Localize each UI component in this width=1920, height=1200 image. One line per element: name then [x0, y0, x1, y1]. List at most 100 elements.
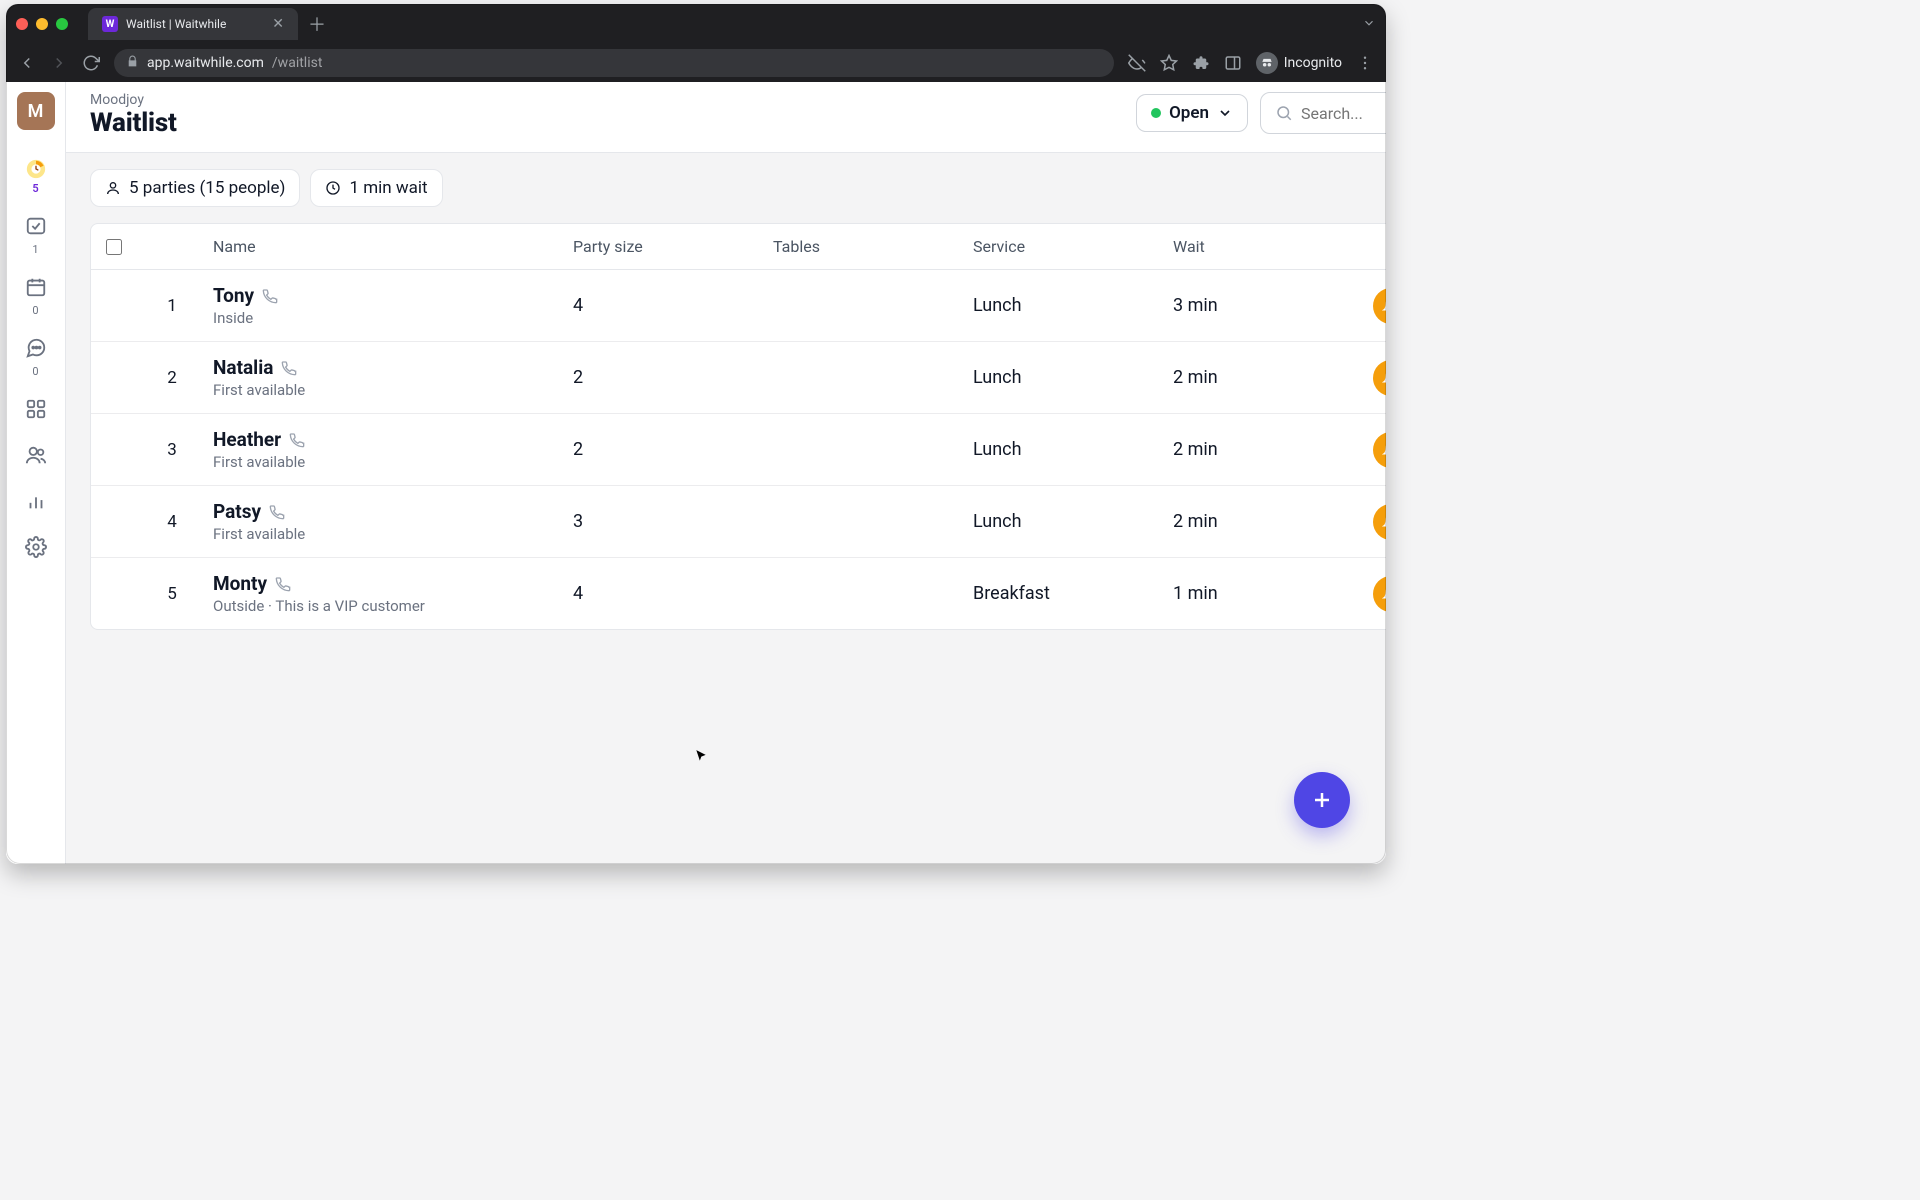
phone-icon [275, 576, 291, 592]
close-tab-icon[interactable]: ✕ [272, 16, 284, 32]
subbar: 5 parties (15 people) 1 min wait Filter [66, 153, 1386, 223]
guest-note: First available [213, 381, 561, 399]
wait-chip[interactable]: 1 min wait [310, 169, 442, 207]
incognito-badge[interactable]: Incognito [1256, 52, 1342, 74]
kebab-menu-icon[interactable] [1356, 54, 1374, 72]
col-tables[interactable]: Tables [767, 237, 967, 256]
bar-chart-icon [25, 490, 47, 516]
notify-button[interactable] [1373, 288, 1386, 324]
search-box[interactable] [1260, 92, 1386, 134]
guest-name: Natalia [213, 356, 273, 379]
url-path: /waitlist [272, 55, 323, 71]
status-label: Open [1169, 103, 1209, 123]
row-number: 5 [137, 584, 207, 604]
notify-button[interactable] [1373, 576, 1386, 612]
calendar-icon [25, 276, 47, 302]
guest-note: First available [213, 453, 561, 471]
notify-button[interactable] [1373, 432, 1386, 468]
sidebar-item-people[interactable] [6, 434, 66, 480]
sidebar-item-waitlist[interactable]: 5 [6, 148, 66, 205]
col-wait[interactable]: Wait [1167, 237, 1367, 256]
extensions-icon[interactable] [1192, 54, 1210, 72]
sidebar-count: 0 [32, 304, 38, 317]
guest-note: Outside · This is a VIP customer [213, 597, 561, 615]
sidebar-item-calendar[interactable]: 0 [6, 266, 66, 327]
reload-button[interactable] [82, 54, 100, 72]
table-row[interactable]: 4 Patsy First available 3 Lunch 2 min [91, 486, 1386, 558]
party-size: 2 [567, 439, 767, 460]
status-dot-icon [1151, 108, 1161, 118]
phone-icon [269, 504, 285, 520]
sidebar-count: 0 [32, 365, 38, 378]
window-controls [16, 18, 68, 30]
sidebar-item-messages[interactable]: 0 [6, 327, 66, 388]
table-row[interactable]: 1 Tony Inside 4 Lunch 3 min [91, 270, 1386, 342]
service: Lunch [967, 295, 1167, 316]
select-all-checkbox[interactable] [106, 239, 122, 255]
guest-name: Tony [213, 284, 254, 307]
star-icon[interactable] [1160, 54, 1178, 72]
service: Lunch [967, 511, 1167, 532]
guest-note: First available [213, 525, 561, 543]
wait-time: 3 min [1167, 295, 1367, 316]
browser-toolbar: app.waitwhile.com/waitlist Incognito [6, 44, 1386, 82]
sidebar-item-insights[interactable] [6, 480, 66, 526]
party-size: 4 [567, 583, 767, 604]
wait-time: 2 min [1167, 439, 1367, 460]
party-size: 2 [567, 367, 767, 388]
row-number: 1 [137, 296, 207, 316]
sidebar-item-apps[interactable] [6, 388, 66, 434]
gear-icon [25, 536, 47, 562]
search-input[interactable] [1301, 104, 1386, 123]
minimize-window-icon[interactable] [36, 18, 48, 30]
eye-off-icon[interactable] [1128, 54, 1146, 72]
table-row[interactable]: 3 Heather First available 2 Lunch 2 min [91, 414, 1386, 486]
service: Lunch [967, 439, 1167, 460]
notify-button[interactable] [1373, 504, 1386, 540]
user-icon [105, 180, 121, 196]
col-service[interactable]: Service [967, 237, 1167, 256]
wait-time: 1 min [1167, 583, 1367, 604]
clock-outline-icon [325, 180, 341, 196]
org-badge[interactable]: M [17, 92, 55, 130]
back-button[interactable] [18, 54, 36, 72]
party-size: 3 [567, 511, 767, 532]
forward-button[interactable] [50, 54, 68, 72]
col-name[interactable]: Name [207, 237, 567, 256]
page-title: Waitlist [90, 108, 177, 138]
waitlist-table: Name Party size Tables Service Wait 1 To… [90, 223, 1386, 630]
breadcrumb[interactable]: Moodjoy [90, 92, 177, 108]
new-tab-button[interactable]: ＋ [308, 11, 326, 37]
add-fab-button[interactable] [1294, 772, 1350, 828]
guest-name: Heather [213, 428, 281, 451]
row-number: 2 [137, 368, 207, 388]
sidebar-item-checked[interactable]: 1 [6, 205, 66, 266]
search-icon [1275, 104, 1293, 122]
service: Lunch [967, 367, 1167, 388]
url-domain: app.waitwhile.com [147, 55, 264, 71]
sidebar-item-settings[interactable] [6, 526, 66, 572]
wait-chip-label: 1 min wait [349, 178, 427, 198]
table-row[interactable]: 5 Monty Outside · This is a VIP customer… [91, 558, 1386, 629]
parties-chip[interactable]: 5 parties (15 people) [90, 169, 300, 207]
status-dropdown[interactable]: Open [1136, 94, 1248, 132]
sidebar-count: 1 [32, 243, 38, 256]
maximize-window-icon[interactable] [56, 18, 68, 30]
tabs-dropdown-icon[interactable] [1362, 15, 1376, 34]
close-window-icon[interactable] [16, 18, 28, 30]
browser-tab[interactable]: W Waitlist | Waitwhile ✕ [88, 8, 298, 40]
party-size: 4 [567, 295, 767, 316]
panel-icon[interactable] [1224, 54, 1242, 72]
table-header: Name Party size Tables Service Wait [91, 224, 1386, 270]
col-party-size[interactable]: Party size [567, 237, 767, 256]
phone-icon [281, 360, 297, 376]
phone-icon [289, 432, 305, 448]
sidebar-count: 5 [32, 182, 38, 195]
tab-title: Waitlist | Waitwhile [126, 17, 226, 31]
table-row[interactable]: 2 Natalia First available 2 Lunch 2 min [91, 342, 1386, 414]
favicon-icon: W [102, 16, 118, 32]
incognito-label: Incognito [1284, 55, 1342, 71]
notify-button[interactable] [1373, 360, 1386, 396]
address-bar[interactable]: app.waitwhile.com/waitlist [114, 49, 1114, 77]
people-icon [25, 444, 47, 470]
